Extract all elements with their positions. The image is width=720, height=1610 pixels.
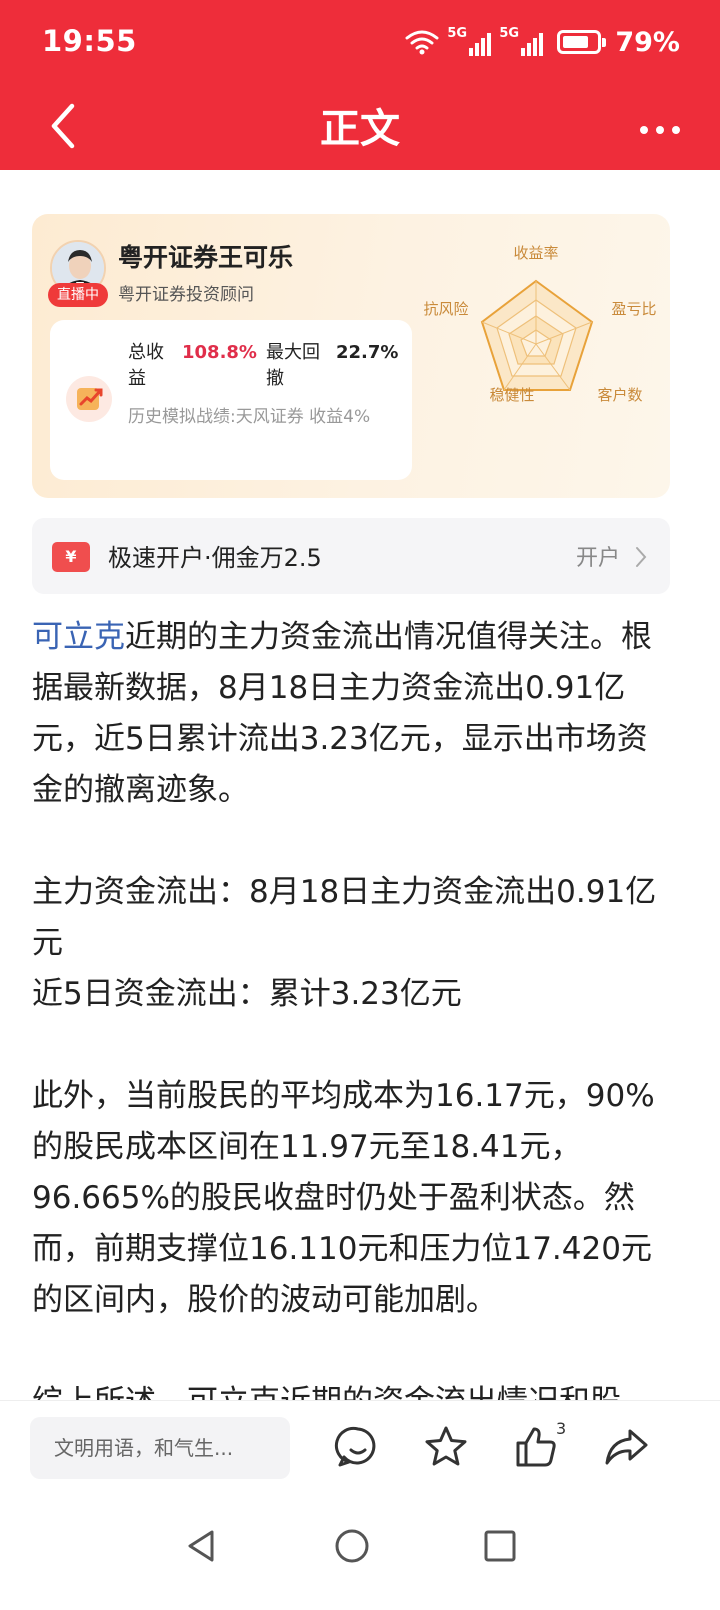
paragraph-3: 此外，当前股民的平均成本为16.17元，90%的股民成本区间在11.97元至18… bbox=[32, 1078, 655, 1318]
promo-text: 极速开户·佣金万2.5 bbox=[108, 544, 322, 572]
article-body: 可立克近期的主力资金流出情况值得关注。根据最新数据，8月18日主力资金流出0.9… bbox=[32, 612, 677, 1400]
radar-label-return: 收益率 bbox=[513, 244, 558, 262]
like-count: 3 bbox=[556, 1419, 567, 1438]
page-title: 正文 bbox=[320, 106, 400, 152]
paragraph-2-line-2: 近5日资金流出：累计3.23亿元 bbox=[32, 976, 462, 1012]
ticket-icon: ¥ bbox=[52, 542, 90, 572]
paragraph-1: 可立克近期的主力资金流出情况值得关注。根据最新数据，8月18日主力资金流出0.9… bbox=[32, 619, 652, 808]
battery-percent: 79% bbox=[615, 26, 680, 58]
share-icon[interactable] bbox=[602, 1423, 650, 1471]
advisor-name[interactable]: 粤开证券王可乐 bbox=[118, 238, 293, 274]
radar-chart: 收益率 盈亏比 客户数 稳健性 抗风险 bbox=[423, 244, 656, 404]
nav-home-icon[interactable] bbox=[332, 1526, 372, 1566]
chart-trend-icon bbox=[66, 376, 112, 422]
paragraph-4: 综上所述，可立克近期的资金流出情况和股 bbox=[32, 1377, 677, 1400]
bottom-action-bar: 文明用语，和气生... 3 bbox=[0, 1400, 720, 1496]
nav-recents-icon[interactable] bbox=[480, 1526, 520, 1566]
advisor-card[interactable]: 直播中 粤开证券王可乐 粤开证券投资顾问 总收益 108.8% 最大回撤 22.… bbox=[32, 214, 670, 498]
radar-label-pl-ratio: 盈亏比 bbox=[611, 300, 656, 318]
total-return-label: 总收益 bbox=[128, 342, 164, 389]
chevron-right-icon bbox=[636, 547, 647, 567]
star-icon[interactable] bbox=[422, 1423, 470, 1471]
stock-link[interactable]: 可立克 bbox=[32, 619, 125, 655]
performance-panel[interactable]: 总收益 108.8% 最大回撤 22.7% 历史模拟战绩:天风证券 收益4% bbox=[50, 320, 412, 480]
max-drawdown-label: 最大回撤 bbox=[266, 342, 320, 389]
system-nav-bar bbox=[0, 1496, 720, 1610]
radar-label-stability: 稳健性 bbox=[489, 386, 534, 404]
top-bar: 19:55 5G 5G 79% 正文 bbox=[0, 0, 720, 170]
radar-label-clients: 客户数 bbox=[597, 386, 642, 404]
open-account-banner[interactable]: ¥ 极速开户·佣金万2.5 开户 bbox=[32, 518, 670, 594]
comment-icon[interactable] bbox=[334, 1423, 382, 1471]
total-return-value: 108.8% bbox=[182, 342, 257, 363]
history-record: 历史模拟战绩:天风证券 收益4% bbox=[128, 407, 371, 427]
paragraph-2-line-1: 主力资金流出：8月18日主力资金流出0.91亿元 bbox=[32, 874, 657, 961]
max-drawdown-value: 22.7% bbox=[336, 342, 399, 363]
live-badge: 直播中 bbox=[48, 283, 108, 307]
comment-input[interactable]: 文明用语，和气生... bbox=[30, 1417, 290, 1479]
wifi-icon bbox=[405, 30, 439, 55]
status-indicators: 5G 5G 79% bbox=[405, 22, 680, 62]
nav-back-icon[interactable] bbox=[182, 1526, 222, 1566]
battery-icon bbox=[557, 30, 607, 54]
radar-label-risk: 抗风险 bbox=[423, 300, 468, 318]
open-account-link[interactable]: 开户 bbox=[576, 540, 620, 572]
thumbs-up-icon[interactable] bbox=[512, 1423, 560, 1471]
signal-1-icon: 5G bbox=[447, 26, 492, 56]
nav-bar: 正文 bbox=[0, 84, 720, 170]
status-bar: 19:55 5G 5G 79% bbox=[0, 0, 720, 84]
signal-2-icon: 5G bbox=[499, 26, 544, 56]
status-time: 19:55 bbox=[42, 24, 137, 58]
advisor-role: 粤开证券投资顾问 bbox=[118, 285, 254, 305]
more-dots-icon[interactable] bbox=[634, 96, 694, 156]
